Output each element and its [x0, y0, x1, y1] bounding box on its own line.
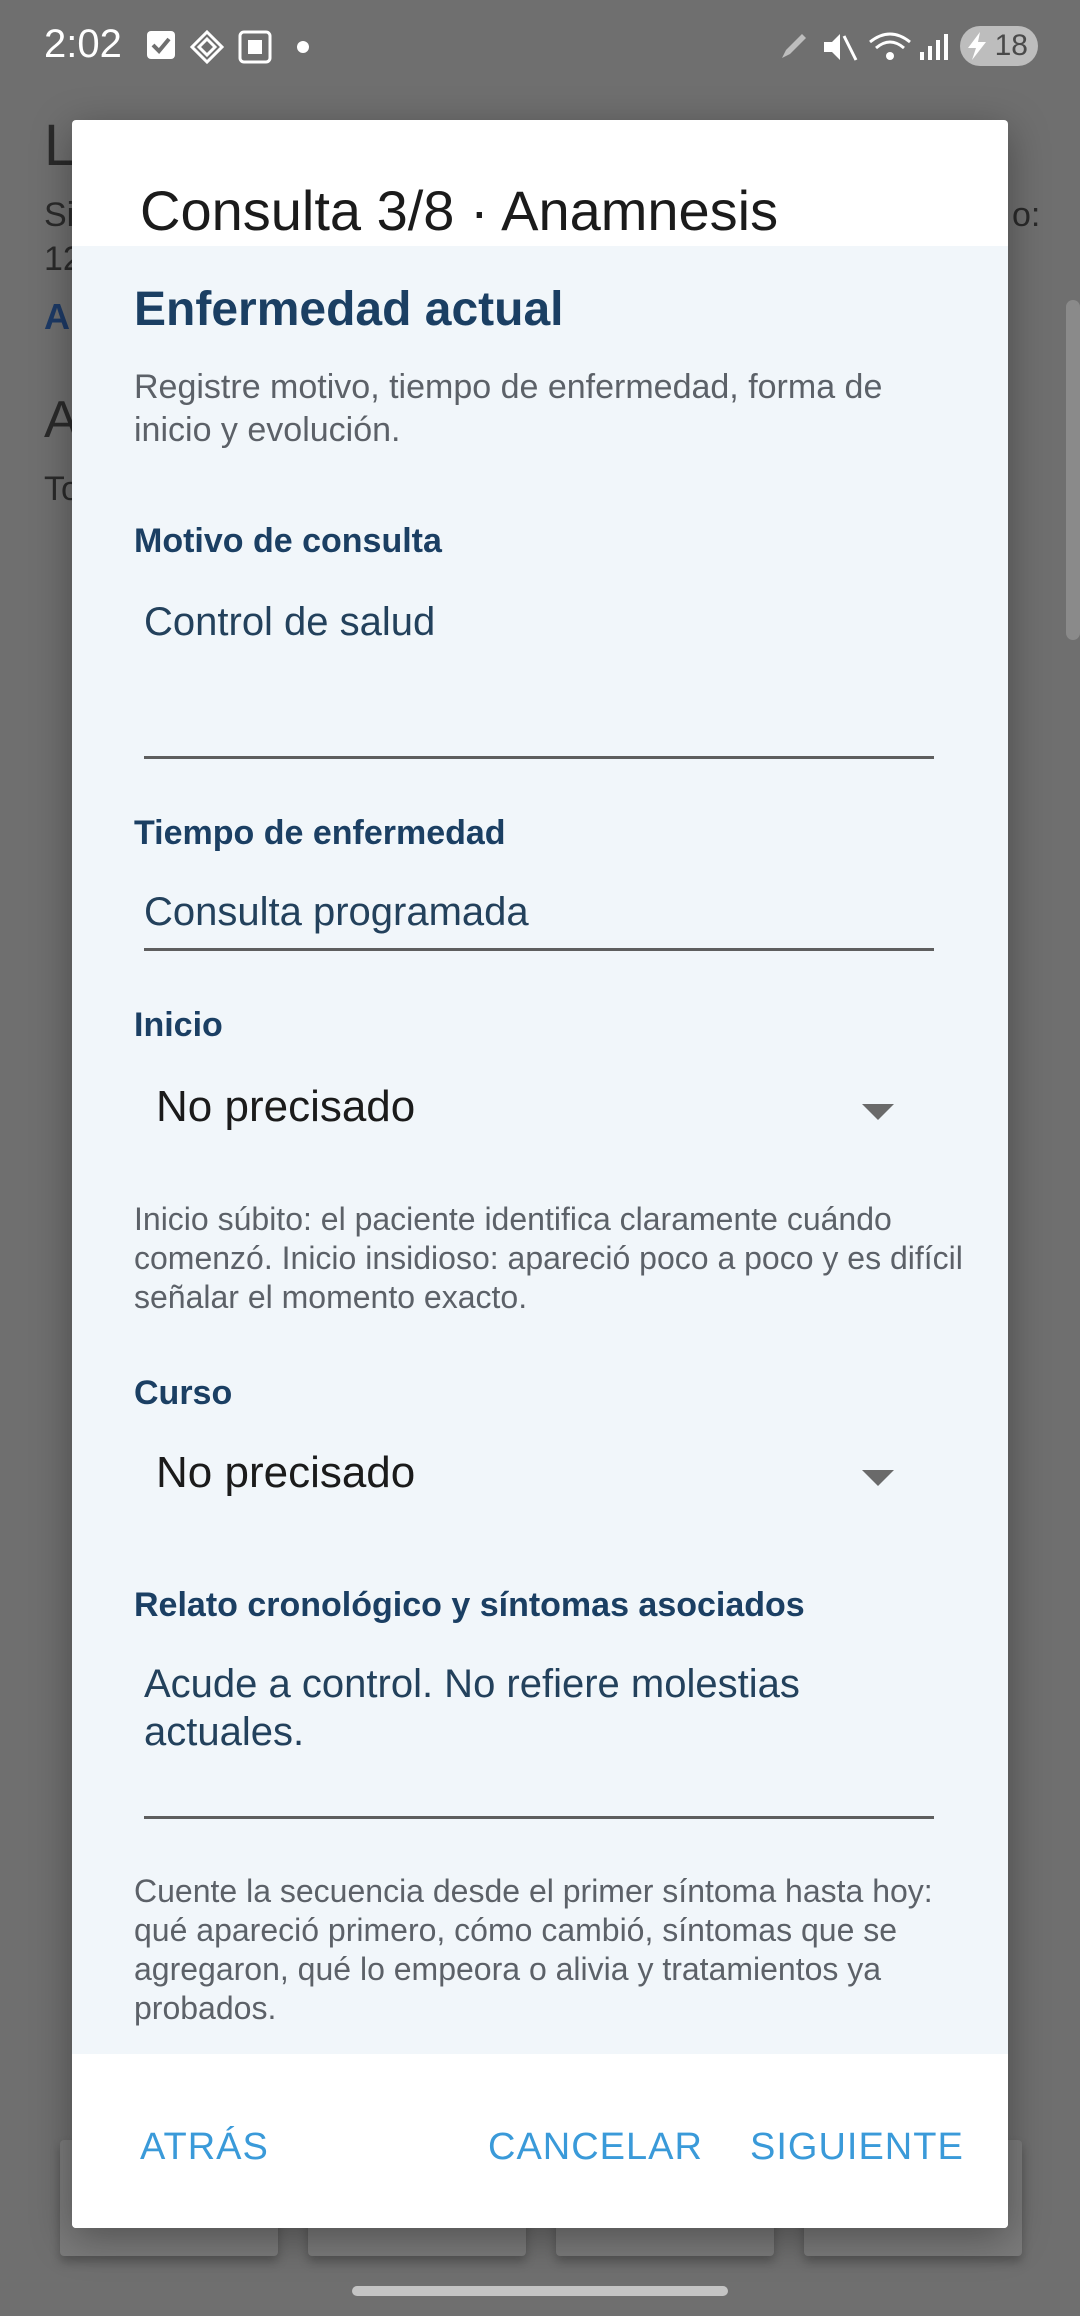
- motivo-label: Motivo de consulta: [134, 522, 442, 560]
- background-line: Si: [44, 196, 75, 234]
- tiempo-underline: [144, 948, 934, 951]
- status-time: 2:02: [44, 22, 122, 66]
- status-bar: 2:02 18: [0, 0, 1080, 96]
- tiempo-input[interactable]: Consulta programada: [144, 888, 934, 936]
- section-description: Registre motivo, tiempo de enfermedad, f…: [134, 368, 883, 449]
- relato-helper-text: Cuente la secuencia desde el primer sínt…: [134, 1873, 933, 2026]
- relato-input[interactable]: Acude a control. No refiere molestias ac…: [144, 1660, 934, 1756]
- curso-label: Curso: [134, 1374, 233, 1412]
- chevron-down-icon: [862, 1104, 894, 1120]
- curso-selected-value: No precisado: [156, 1448, 416, 1497]
- battery-indicator: 18: [960, 26, 1038, 66]
- dialog-title: Consulta 3/8 · Anamnesis: [140, 179, 779, 242]
- wifi-icon: [869, 32, 911, 60]
- charging-icon: [968, 32, 986, 60]
- dot-icon: [297, 41, 309, 53]
- motivo-underline: [144, 756, 934, 759]
- inicio-label: Inicio: [134, 1006, 223, 1044]
- curso-select[interactable]: No precisado: [134, 1426, 964, 1526]
- background-scrollbar: [1066, 300, 1080, 640]
- cancel-button[interactable]: CANCELAR: [488, 2126, 703, 2169]
- consulta-dialog: Consulta 3/8 · Anamnesis Enfermedad actu…: [72, 120, 1008, 2228]
- pen-icon: [782, 34, 806, 58]
- inicio-select[interactable]: No precisado: [134, 1060, 964, 1160]
- checkbox-icon: [147, 31, 175, 59]
- diamond-app-icon: [190, 30, 224, 64]
- home-indicator[interactable]: [352, 2286, 728, 2296]
- inicio-helper-text: Inicio súbito: el paciente identifica cl…: [134, 1201, 963, 1315]
- chevron-down-icon: [862, 1470, 894, 1486]
- back-button[interactable]: ATRÁS: [140, 2126, 269, 2169]
- mute-icon: [824, 34, 858, 61]
- motivo-input[interactable]: Control de salud: [144, 598, 934, 646]
- relato-label: Relato cronológico y síntomas asociados: [134, 1586, 805, 1624]
- inicio-selected-value: No precisado: [156, 1082, 416, 1131]
- signal-icon: [920, 34, 948, 60]
- tiempo-label: Tiempo de enfermedad: [134, 814, 506, 852]
- next-button[interactable]: SIGUIENTE: [750, 2126, 964, 2169]
- background-link: A: [44, 296, 70, 337]
- background-line-end: o:: [1012, 196, 1041, 234]
- section-title: Enfermedad actual: [134, 283, 564, 336]
- battery-level: 18: [994, 29, 1028, 62]
- square-app-icon: [238, 30, 272, 64]
- relato-underline: [144, 1816, 934, 1819]
